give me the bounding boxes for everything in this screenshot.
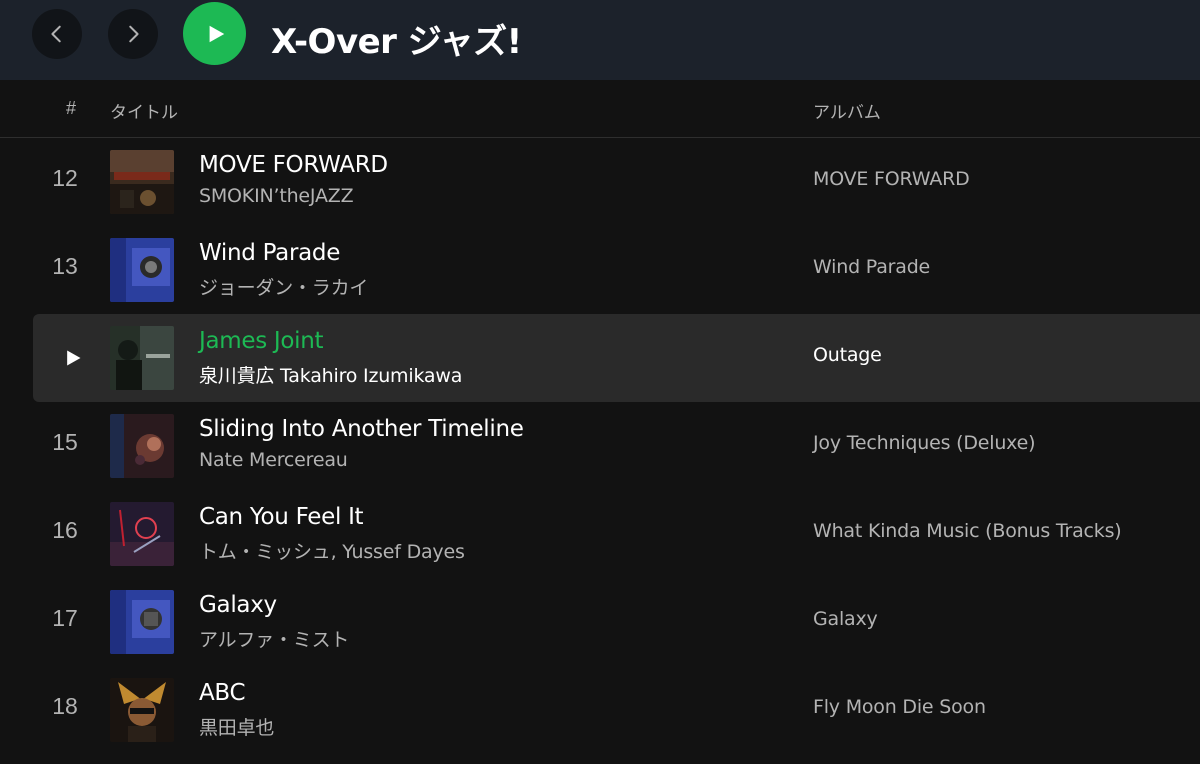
column-header: # タイトル アルバム [0,80,1200,138]
top-bar: X-Over ジャズ! [0,0,1200,80]
play-icon [209,25,225,42]
playlist-title: X-Over ジャズ! [271,22,522,62]
track-title[interactable]: ABC [199,680,246,706]
track-row[interactable]: 15 Sliding Into Another Timeline Nate Me… [33,402,1200,490]
track-number: 13 [52,253,78,279]
track-album[interactable]: Joy Techniques (Deluxe) [813,432,1036,454]
track-row-playing[interactable]: James Joint 泉川貴広 Takahiro Izumikawa Outa… [33,314,1200,402]
album-art [110,238,174,302]
column-header-number: # [66,98,77,118]
track-number: 15 [52,429,78,455]
track-title[interactable]: Wind Parade [199,240,340,266]
track-number: 12 [52,165,78,191]
track-row[interactable]: 12 MOVE FORWARD SMOKIN’theJAZZ MOVE FORW… [33,138,1200,226]
forward-button[interactable] [108,9,158,59]
track-album[interactable]: Outage [813,344,882,366]
track-title[interactable]: Sliding Into Another Timeline [199,416,524,442]
track-row[interactable]: 18 ABC 黒田卓也 Fly Moon Die Soon [33,666,1200,754]
track-artist[interactable]: Nate Mercereau [199,449,348,471]
track-title[interactable]: James Joint [199,328,324,354]
back-button[interactable] [32,9,82,59]
column-header-title[interactable]: タイトル [110,98,178,123]
album-art [110,414,174,478]
track-title[interactable]: MOVE FORWARD [199,152,388,178]
track-row[interactable]: 13 Wind Parade ジョーダン・ラカイ Wind Parade [33,226,1200,314]
track-artist[interactable]: アルファ・ミスト [199,625,349,652]
play-button[interactable] [183,2,246,65]
track-artist[interactable]: 黒田卓也 [199,713,274,740]
chevron-right-icon [129,25,139,43]
track-number: 17 [52,605,78,631]
track-artist[interactable]: SMOKIN’theJAZZ [199,185,354,207]
album-art [110,150,174,214]
track-row[interactable]: 16 Can You Feel It トム・ミッシュ, Yussef Dayes… [33,490,1200,578]
track-album[interactable]: Wind Parade [813,256,930,278]
album-art [110,590,174,654]
album-art [110,678,174,742]
track-album[interactable]: Galaxy [813,608,878,630]
track-artist[interactable]: トム・ミッシュ, Yussef Dayes [199,537,465,564]
chevron-left-icon [51,25,61,43]
play-icon[interactable] [63,348,83,368]
track-album[interactable]: What Kinda Music (Bonus Tracks) [813,520,1122,542]
track-row[interactable]: 17 Galaxy アルファ・ミスト Galaxy [33,578,1200,666]
track-album[interactable]: MOVE FORWARD [813,168,970,190]
track-album[interactable]: Fly Moon Die Soon [813,696,986,718]
track-number: 18 [52,693,78,719]
track-title[interactable]: Can You Feel It [199,504,364,530]
album-art [110,502,174,566]
track-list: 12 MOVE FORWARD SMOKIN’theJAZZ MOVE FORW… [0,138,1200,764]
column-header-album[interactable]: アルバム [813,98,881,123]
track-title[interactable]: Galaxy [199,592,277,618]
track-artist[interactable]: 泉川貴広 Takahiro Izumikawa [199,361,462,388]
track-number: 16 [52,517,78,543]
album-art [110,326,174,390]
track-artist[interactable]: ジョーダン・ラカイ [199,273,368,300]
